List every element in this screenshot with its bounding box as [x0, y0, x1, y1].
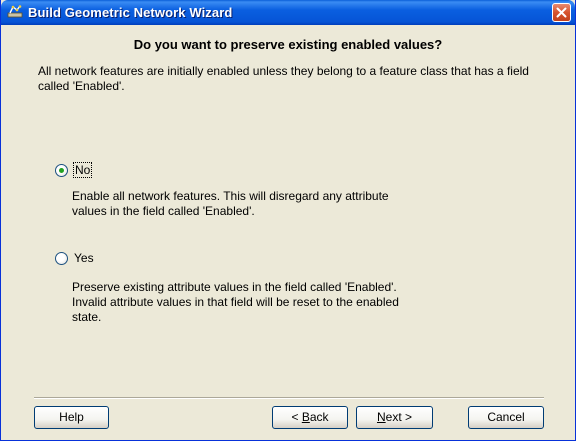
- back-button[interactable]: < Back: [272, 406, 348, 429]
- back-mnemonic: B: [301, 410, 310, 424]
- option-yes-description: Preserve existing attribute values in th…: [72, 280, 492, 325]
- network-wizard-icon: [7, 5, 23, 19]
- title-bar[interactable]: Build Geometric Network Wizard: [1, 0, 575, 25]
- radio-yes-label[interactable]: Yes: [74, 251, 94, 265]
- cancel-button[interactable]: Cancel: [468, 406, 544, 429]
- page-heading: Do you want to preserve existing enabled…: [133, 37, 443, 52]
- radio-yes[interactable]: [55, 251, 68, 265]
- window-title: Build Geometric Network Wizard: [28, 5, 233, 20]
- radio-no[interactable]: [55, 163, 68, 177]
- next-button[interactable]: Next >: [356, 406, 433, 429]
- back-label-rest: ack: [309, 410, 329, 424]
- description-line: state.: [72, 310, 102, 324]
- button-separator: [34, 397, 544, 399]
- wizard-window: Build Geometric Network Wizard Do you wa…: [0, 0, 576, 441]
- back-label-prefix: <: [291, 410, 302, 424]
- close-button[interactable]: [552, 3, 571, 22]
- radio-no-label[interactable]: No: [72, 162, 93, 178]
- description-line: Invalid attribute values in that field w…: [72, 295, 399, 309]
- description-line: Enable all network features. This will d…: [72, 189, 389, 203]
- intro-text: All network features are initially enabl…: [38, 64, 529, 93]
- description-line: Preserve existing attribute values in th…: [72, 280, 397, 294]
- next-mnemonic: N: [376, 410, 386, 424]
- help-button[interactable]: Help: [34, 406, 109, 429]
- option-no-description: Enable all network features. This will d…: [72, 189, 492, 219]
- option-yes[interactable]: Yes: [55, 251, 94, 265]
- description-line: values in the field called 'Enabled'.: [72, 204, 255, 218]
- next-label-rest: ext >: [385, 410, 413, 424]
- option-no[interactable]: No: [55, 162, 93, 178]
- close-icon: [556, 7, 567, 18]
